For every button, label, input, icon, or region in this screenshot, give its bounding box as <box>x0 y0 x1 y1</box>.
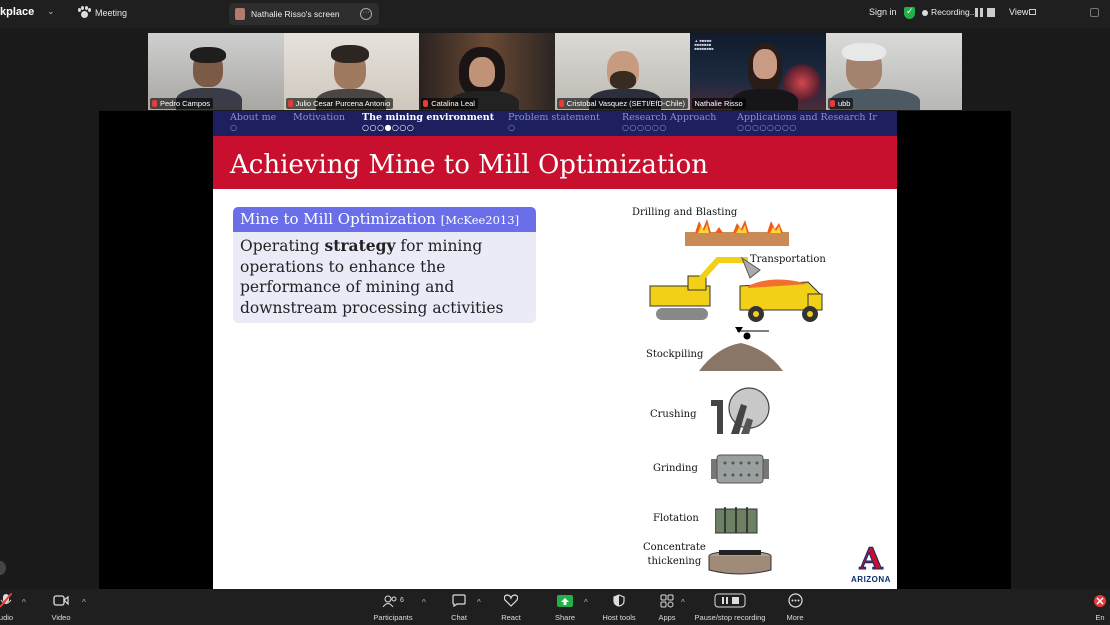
transportation-illustration <box>649 256 823 322</box>
sign-in-button[interactable]: Sign in <box>869 7 897 17</box>
nav-section[interactable]: About me <box>230 112 276 123</box>
nav-dots[interactable]: ○ <box>230 123 237 132</box>
participant-tile[interactable]: Julio Cesar Purcena Antonio <box>283 33 420 110</box>
avatar <box>235 8 245 20</box>
muted-mic-icon <box>287 100 293 107</box>
meeting-label: Meeting <box>95 7 128 18</box>
pause-recording-icon[interactable] <box>975 8 983 17</box>
participants-count: 6 <box>400 597 404 604</box>
participant-name: Pedro Campos <box>150 98 214 109</box>
react-button[interactable]: React <box>481 592 541 622</box>
participant-name: Cristobal Vasquez (SETI/EfD-Chile) <box>556 98 689 109</box>
flotation-cells-illustration <box>715 507 758 534</box>
tab-label: Nathalie Risso's screen <box>251 9 340 19</box>
participants-options-caret-icon[interactable]: ^ <box>422 598 426 607</box>
university-logo: A ARIZONA <box>851 542 891 584</box>
step-label-flotation: Flotation <box>653 513 699 524</box>
pause-stop-recording-button[interactable]: Pause/stop recording <box>688 592 772 622</box>
muted-mic-icon <box>558 100 564 107</box>
citation: [McKee2013] <box>440 213 520 227</box>
bold-term: strategy <box>324 236 396 255</box>
muted-mic-icon <box>423 100 429 107</box>
meeting-menu[interactable]: Meeting <box>78 6 128 18</box>
end-meeting-button[interactable]: En <box>1080 592 1110 622</box>
shield-icon[interactable] <box>904 6 915 19</box>
chat-button[interactable]: Chat <box>429 592 489 622</box>
crusher-illustration <box>711 387 770 434</box>
participant-tile[interactable]: ubb <box>825 33 962 110</box>
participant-tile[interactable]: Pedro Campos <box>148 33 284 110</box>
participant-name: Catalina Leal <box>421 98 478 109</box>
grid-view-icon[interactable] <box>1029 9 1036 15</box>
muted-mic-icon <box>152 100 157 107</box>
nav-section[interactable]: Research Approach <box>622 112 716 123</box>
share-options-caret-icon[interactable]: ^ <box>584 598 588 607</box>
share-button[interactable]: Share <box>535 592 595 622</box>
recording-status: Recording... <box>931 7 977 17</box>
paw-icon <box>78 6 91 18</box>
presentation-slide: About me ○ Motivation The mining environ… <box>213 111 897 589</box>
nav-section-current[interactable]: The mining environment <box>362 112 494 123</box>
nav-dots[interactable]: ○○○○○○○○ <box>737 123 797 132</box>
heart-icon <box>481 592 541 609</box>
top-bar: kplace ⌄ Meeting Nathalie Risso's screen… <box>0 0 1110 28</box>
more-icon <box>765 592 825 609</box>
block-body: Operating strategy for mining operations… <box>233 232 536 323</box>
participant-tile[interactable]: Cristobal Vasquez (SETI/EfD-Chile) <box>554 33 691 110</box>
end-call-icon <box>1080 592 1110 609</box>
shared-screen-tab[interactable]: Nathalie Risso's screen ··· <box>229 3 379 25</box>
muted-mic-icon <box>829 100 835 107</box>
participant-tile[interactable]: Catalina Leal <box>419 33 555 110</box>
nav-dots[interactable]: ○○○○○○ <box>622 123 667 132</box>
step-label-concentrate: Concentrate thickening <box>643 542 706 567</box>
nav-dots[interactable]: ○○○●○○○ <box>362 123 414 132</box>
slide-title-bar: Achieving Mine to Mill Optimization <box>213 136 897 189</box>
chevron-down-icon[interactable]: ⌄ <box>47 6 55 17</box>
grinding-mill-illustration <box>711 454 769 484</box>
participants-button[interactable]: 6 Participants <box>363 592 423 622</box>
audio-options-caret-icon[interactable]: ^ <box>22 598 26 607</box>
video-options-caret-icon[interactable]: ^ <box>82 598 86 607</box>
video-button[interactable]: Video <box>31 592 91 622</box>
recording-controls-icon <box>688 592 772 609</box>
view-button[interactable]: View <box>1009 7 1028 17</box>
participant-name: Nathalie Risso <box>692 98 746 109</box>
slide-nav-bar: About me ○ Motivation The mining environ… <box>213 111 897 136</box>
step-label-stockpiling: Stockpiling <box>646 349 704 360</box>
drilling-blasting-illustration <box>685 219 789 246</box>
participants-icon: 6 <box>363 592 423 609</box>
more-button[interactable]: More <box>765 592 825 622</box>
meeting-toolbar: udio ^ Video ^ 6 Participants ^ Chat ^ R… <box>0 589 1110 625</box>
stockpile-illustration <box>699 327 783 371</box>
participant-tile-active[interactable]: ▲ ■■■■■ ■■■■■■■ ■■■■■■■■ Nathalie Risso <box>690 33 826 110</box>
stop-recording-icon[interactable] <box>987 8 995 17</box>
scroll-indicator[interactable] <box>0 561 6 575</box>
recording-dot-icon <box>922 10 928 16</box>
window-restore-icon[interactable] <box>1090 8 1099 17</box>
apps-options-caret-icon[interactable]: ^ <box>681 598 685 607</box>
nav-section[interactable]: Applications and Research Ir <box>737 112 877 123</box>
participant-name: Julio Cesar Purcena Antonio <box>285 98 394 109</box>
definition-block: Mine to Mill Optimization [McKee2013] Op… <box>233 207 536 323</box>
participant-name: ubb <box>827 98 854 109</box>
nav-dots[interactable]: ○ <box>508 123 515 132</box>
step-label-crushing: Crushing <box>650 409 697 420</box>
step-label-grinding: Grinding <box>653 463 698 474</box>
more-icon[interactable]: ··· <box>360 8 372 20</box>
app-name: kplace <box>0 6 35 18</box>
participant-gallery: Pedro Campos Julio Cesar Purcena Antonio… <box>148 33 962 110</box>
thickener-illustration <box>708 550 772 575</box>
slide-title: Achieving Mine to Mill Optimization <box>230 150 709 180</box>
nav-section[interactable]: Problem statement <box>508 112 600 123</box>
nav-section[interactable]: Motivation <box>293 112 345 123</box>
block-heading: Mine to Mill Optimization [McKee2013] <box>233 207 536 232</box>
logo-watermark: ▲ ■■■■■ ■■■■■■■ ■■■■■■■■ <box>694 38 714 51</box>
